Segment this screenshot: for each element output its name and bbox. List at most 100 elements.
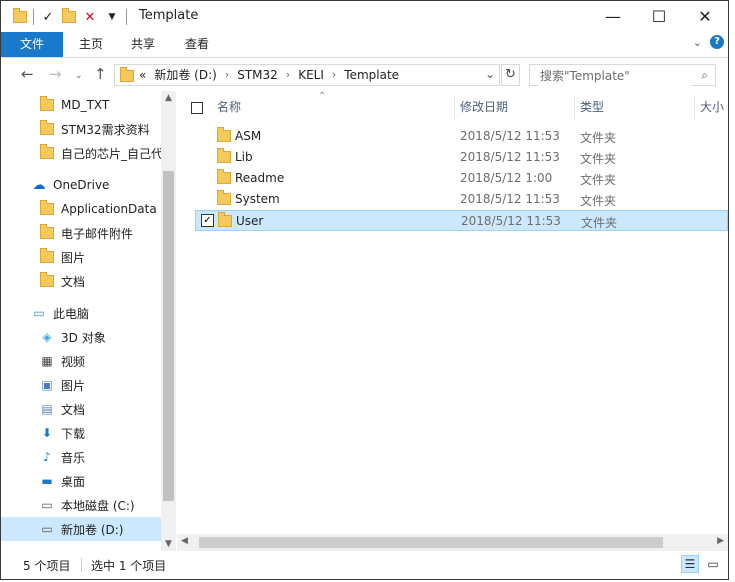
up-button[interactable]: ↑ <box>94 66 107 82</box>
sidebar-item-own-chip[interactable]: 自己的芯片_自己代 <box>1 141 176 165</box>
sidebar-item-music[interactable]: ♪ 音乐 <box>1 445 176 469</box>
file-list: ⌃ 名称 修改日期 类型 大小 ASM 2018/5/12 11:53 文件夹 … <box>177 91 728 551</box>
minimize-button[interactable]: — <box>590 1 636 32</box>
scroll-down-icon[interactable]: ▼ <box>161 539 176 549</box>
folder-icon <box>39 200 55 217</box>
column-name[interactable]: 名称 <box>217 91 241 123</box>
sidebar-item-applicationdata[interactable]: ApplicationData <box>1 197 176 221</box>
sidebar-item-label: 文档 <box>61 274 86 289</box>
sidebar-item-volume-d[interactable]: ▭ 新加卷 (D:) <box>1 517 176 541</box>
file-type: 文件夹 <box>581 216 618 230</box>
breadcrumb-overflow[interactable]: « <box>139 65 146 85</box>
breadcrumb: « 新加卷 (D:) › STM32 › KELI › Template <box>139 65 399 85</box>
back-button[interactable]: ← <box>21 66 34 82</box>
sidebar-item-onedrive[interactable]: ☁ OneDrive <box>1 173 176 197</box>
sidebar-item-pictures[interactable]: ▣ 图片 <box>1 373 176 397</box>
maximize-button[interactable]: ☐ <box>636 1 682 32</box>
file-name: User <box>236 214 264 228</box>
sidebar-item-email-attachments[interactable]: 电子邮件附件 <box>1 221 176 245</box>
tab-file[interactable]: 文件 <box>1 32 63 57</box>
scrollbar-thumb[interactable] <box>163 171 174 501</box>
breadcrumb-item[interactable]: 新加卷 (D:) <box>154 65 216 85</box>
expand-ribbon-icon[interactable]: ⌄ <box>693 36 702 49</box>
table-row-selected[interactable]: ✓ User 2018/5/12 11:53 文件夹 <box>195 210 728 231</box>
tab-home[interactable]: 主页 <box>67 32 115 57</box>
sidebar-item-label: 本地磁盘 (C:) <box>61 498 135 513</box>
address-bar[interactable]: « 新加卷 (D:) › STM32 › KELI › Template ⌄ <box>114 64 500 86</box>
sidebar-item-3d-objects[interactable]: ◈ 3D 对象 <box>1 325 176 349</box>
address-row: ← → ⌄ ↑ « 新加卷 (D:) › STM32 › KELI › Temp… <box>1 58 728 91</box>
sidebar-item-local-disk-c[interactable]: ▭ 本地磁盘 (C:) <box>1 493 176 517</box>
sidebar-item-label: 桌面 <box>61 474 86 489</box>
video-icon: ▦ <box>41 354 53 368</box>
nav-scrollbar[interactable]: ▲ ▼ <box>161 91 176 551</box>
close-button[interactable]: ✕ <box>682 1 728 32</box>
column-size[interactable]: 大小 <box>700 91 724 123</box>
sidebar-item-md-txt[interactable]: MD_TXT <box>1 93 176 117</box>
3d-objects-icon: ◈ <box>42 330 52 344</box>
sidebar-item-this-pc[interactable]: ▭ 此电脑 <box>1 301 176 325</box>
sidebar-item-downloads[interactable]: ⬇ 下载 <box>1 421 176 445</box>
sidebar-item-label: 自己的芯片_自己代 <box>61 146 164 161</box>
search-input[interactable] <box>538 66 692 86</box>
breadcrumb-item[interactable]: STM32 <box>237 65 278 85</box>
customize-toolbar-icon[interactable]: ▼ <box>104 9 120 25</box>
folder-icon <box>39 96 55 113</box>
status-bar: 5 个项目 选中 1 个项目 ☰ ▭ <box>1 552 728 579</box>
chevron-right-icon[interactable]: › <box>225 65 229 85</box>
file-date: 2018/5/12 11:53 <box>460 129 560 143</box>
column-divider[interactable] <box>574 95 575 119</box>
table-row[interactable]: ASM 2018/5/12 11:53 文件夹 <box>195 126 728 147</box>
table-row[interactable]: Lib 2018/5/12 11:53 文件夹 <box>195 147 728 168</box>
new-folder-icon[interactable] <box>62 8 76 23</box>
breadcrumb-item[interactable]: KELI <box>298 65 324 85</box>
refresh-button[interactable]: ↻ <box>501 64 520 86</box>
horizontal-scrollbar[interactable]: ◀ ▶ <box>177 534 728 551</box>
column-type[interactable]: 类型 <box>580 91 604 123</box>
search-icon[interactable]: ⌕ <box>701 68 708 83</box>
file-type: 文件夹 <box>580 152 617 166</box>
sidebar-item-onedrive-documents[interactable]: 文档 <box>1 269 176 293</box>
desktop-icon: ▬ <box>41 474 53 488</box>
column-divider[interactable] <box>454 95 455 119</box>
select-all-checkbox[interactable] <box>191 91 204 123</box>
music-icon: ♪ <box>43 450 51 464</box>
sidebar-item-documents[interactable]: ▤ 文档 <box>1 397 176 421</box>
chevron-down-icon[interactable]: ⌄ <box>485 67 495 81</box>
file-name: Readme <box>235 171 285 185</box>
details-view-button[interactable]: ☰ <box>681 555 699 573</box>
table-row[interactable]: System 2018/5/12 11:53 文件夹 <box>195 189 728 210</box>
sidebar-item-videos[interactable]: ▦ 视频 <box>1 349 176 373</box>
chevron-right-icon[interactable]: › <box>332 65 336 85</box>
properties-icon[interactable]: ✓ <box>40 9 56 25</box>
column-date[interactable]: 修改日期 <box>460 91 508 123</box>
selected-count: 选中 1 个项目 <box>91 559 167 573</box>
tab-view[interactable]: 查看 <box>173 32 221 57</box>
scrollbar-thumb[interactable] <box>199 537 663 548</box>
scroll-right-icon[interactable]: ▶ <box>717 536 724 546</box>
column-divider[interactable] <box>694 95 695 119</box>
sidebar-item-stm32[interactable]: STM32需求资料 <box>1 117 176 141</box>
table-row[interactable]: Readme 2018/5/12 1:00 文件夹 <box>195 168 728 189</box>
file-name: System <box>235 192 280 206</box>
sidebar-item-desktop[interactable]: ▬ 桌面 <box>1 469 176 493</box>
file-type: 文件夹 <box>580 131 617 145</box>
large-icons-view-button[interactable]: ▭ <box>704 555 722 573</box>
help-icon[interactable]: ? <box>710 35 724 49</box>
row-checkbox[interactable]: ✓ <box>201 214 214 227</box>
chevron-right-icon[interactable]: › <box>286 65 290 85</box>
breadcrumb-item[interactable]: Template <box>344 65 399 85</box>
folder-icon <box>39 120 55 137</box>
scroll-left-icon[interactable]: ◀ <box>181 536 188 546</box>
sidebar-item-label: 3D 对象 <box>61 330 106 345</box>
sidebar-item-onedrive-pictures[interactable]: 图片 <box>1 245 176 269</box>
scroll-up-icon[interactable]: ▲ <box>161 93 176 103</box>
tab-share[interactable]: 共享 <box>119 32 167 57</box>
forward-button[interactable]: → <box>49 66 62 82</box>
recent-locations-icon[interactable]: ⌄ <box>75 68 83 84</box>
navigation-pane: MD_TXT STM32需求资料 自己的芯片_自己代 ☁ OneDrive Ap… <box>1 91 176 551</box>
title-bar: ✓ ✕ ▼ Template — ☐ ✕ <box>1 1 728 32</box>
quick-access-toolbar: ✓ ✕ ▼ <box>13 7 127 27</box>
delete-icon[interactable]: ✕ <box>82 9 98 25</box>
sidebar-item-label: 新加卷 (D:) <box>61 522 124 537</box>
